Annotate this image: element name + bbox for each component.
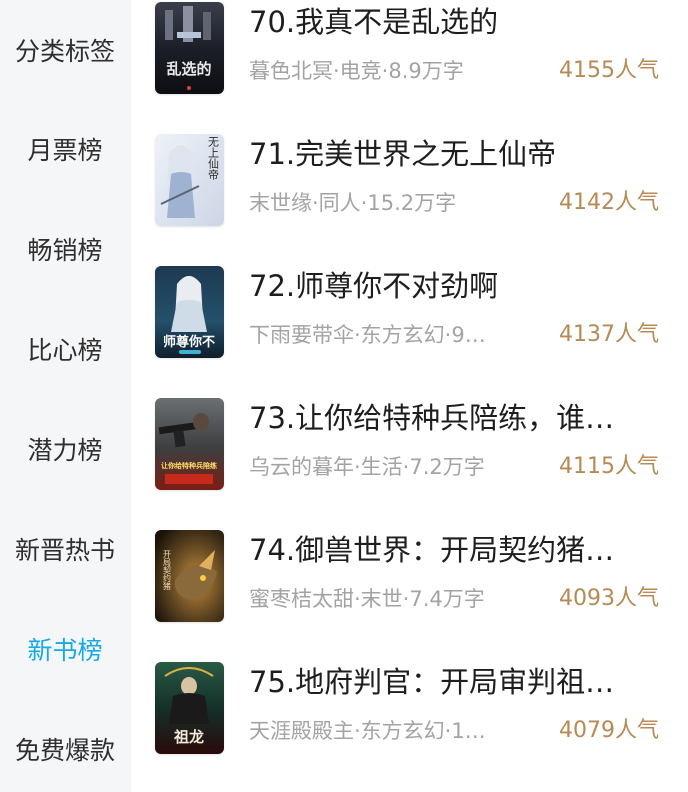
sidebar-item-new-books[interactable]: 新书榜 bbox=[0, 621, 140, 681]
book-cover-72-art: 师尊你不 bbox=[155, 266, 224, 358]
book-meta: 天涯殿殿主·东方玄幻·1… bbox=[249, 719, 486, 743]
sidebar-item-new-hot[interactable]: 新晋热书 bbox=[0, 521, 140, 581]
book-meta: 末世缘·同人·15.2万字 bbox=[249, 191, 457, 215]
book-popularity: 4079人气 bbox=[559, 718, 659, 743]
book-title: 70.我真不是乱选的 bbox=[249, 5, 499, 39]
book-popularity: 4137人气 bbox=[559, 322, 659, 347]
sidebar-item-monthly-ticket[interactable]: 月票榜 bbox=[0, 121, 140, 181]
book-item[interactable]: 无上仙帝 71.完美世界之无上仙帝 末世缘·同人·15.2万字 4142人气 bbox=[131, 134, 688, 254]
cover-title-text: 祖龙 bbox=[173, 728, 204, 746]
book-cover-74-art: 开局契约猪 bbox=[155, 530, 224, 622]
book-cover-image: 无上仙帝 bbox=[155, 134, 224, 226]
sidebar-item-potential[interactable]: 潜力榜 bbox=[0, 421, 140, 481]
cover-title-text: 开局契约猪 bbox=[163, 550, 172, 591]
book-meta: 蜜枣桔太甜·末世·7.4万字 bbox=[249, 587, 485, 611]
book-cover-image: 师尊你不 bbox=[155, 266, 224, 358]
book-title: 71.完美世界之无上仙帝 bbox=[249, 137, 557, 171]
book-cover-image: 让你给特种兵陪练 bbox=[155, 398, 224, 490]
book-item[interactable]: 乱选的 70.我真不是乱选的 暮色北冥·电竞·8.9万字 4155人气 bbox=[131, 2, 688, 122]
cover-title-text: 乱选的 bbox=[166, 60, 211, 78]
book-title: 75.地府判官：开局审判祖… bbox=[249, 665, 615, 699]
book-popularity: 4093人气 bbox=[559, 586, 659, 611]
book-popularity: 4115人气 bbox=[559, 454, 659, 479]
book-cover-image: 祖龙 bbox=[155, 662, 224, 754]
book-meta: 下雨要带伞·东方玄幻·9… bbox=[249, 323, 486, 347]
book-meta: 乌云的暮年·生活·7.2万字 bbox=[249, 455, 485, 479]
book-cover-75-art: 祖龙 bbox=[155, 662, 224, 754]
sidebar-item-category-tags[interactable]: 分类标签 bbox=[0, 22, 140, 82]
book-cover-image: 乱选的 bbox=[155, 2, 224, 94]
book-item[interactable]: 祖龙 75.地府判官：开局审判祖… 天涯殿殿主·东方玄幻·1… 4079人气 bbox=[131, 662, 688, 782]
book-item[interactable]: 让你给特种兵陪练 73.让你给特种兵陪练，谁… 乌云的暮年·生活·7.2万字 4… bbox=[131, 398, 688, 518]
book-item[interactable]: 师尊你不 72.师尊你不对劲啊 下雨要带伞·东方玄幻·9… 4137人气 bbox=[131, 266, 688, 386]
cover-title-text: 让你给特种兵陪练 bbox=[161, 461, 217, 470]
cover-title-text: 无上仙帝 bbox=[207, 136, 220, 181]
book-title: 74.御兽世界：开局契约猪… bbox=[249, 533, 615, 567]
book-cover-73-art: 让你给特种兵陪练 bbox=[155, 398, 224, 490]
book-popularity: 4155人气 bbox=[559, 58, 659, 83]
book-title: 73.让你给特种兵陪练，谁… bbox=[249, 401, 615, 435]
book-title: 72.师尊你不对劲啊 bbox=[249, 269, 499, 303]
book-cover-70-art: 乱选的 bbox=[155, 2, 224, 94]
book-meta: 暮色北冥·电竞·8.9万字 bbox=[249, 59, 464, 83]
cover-title-text: 师尊你不 bbox=[163, 334, 215, 350]
sidebar-item-free-hits[interactable]: 免费爆款 bbox=[0, 721, 140, 781]
rank-sidebar: 分类标签 月票榜 畅销榜 比心榜 潜力榜 新晋热书 新书榜 免费爆款 bbox=[0, 0, 131, 792]
book-cover-image: 开局契约猪 bbox=[155, 530, 224, 622]
book-popularity: 4142人气 bbox=[559, 190, 659, 215]
sidebar-item-bestseller[interactable]: 畅销榜 bbox=[0, 221, 140, 281]
sidebar-item-heart[interactable]: 比心榜 bbox=[0, 321, 140, 381]
book-cover-71-art: 无上仙帝 bbox=[155, 134, 224, 226]
book-item[interactable]: 开局契约猪 74.御兽世界：开局契约猪… 蜜枣桔太甜·末世·7.4万字 4093… bbox=[131, 530, 688, 650]
rank-screen: 分类标签 月票榜 畅销榜 比心榜 潜力榜 新晋热书 新书榜 免费爆款 乱选的 7… bbox=[0, 0, 688, 792]
book-list: 乱选的 70.我真不是乱选的 暮色北冥·电竞·8.9万字 4155人气 无上仙帝… bbox=[131, 0, 688, 792]
